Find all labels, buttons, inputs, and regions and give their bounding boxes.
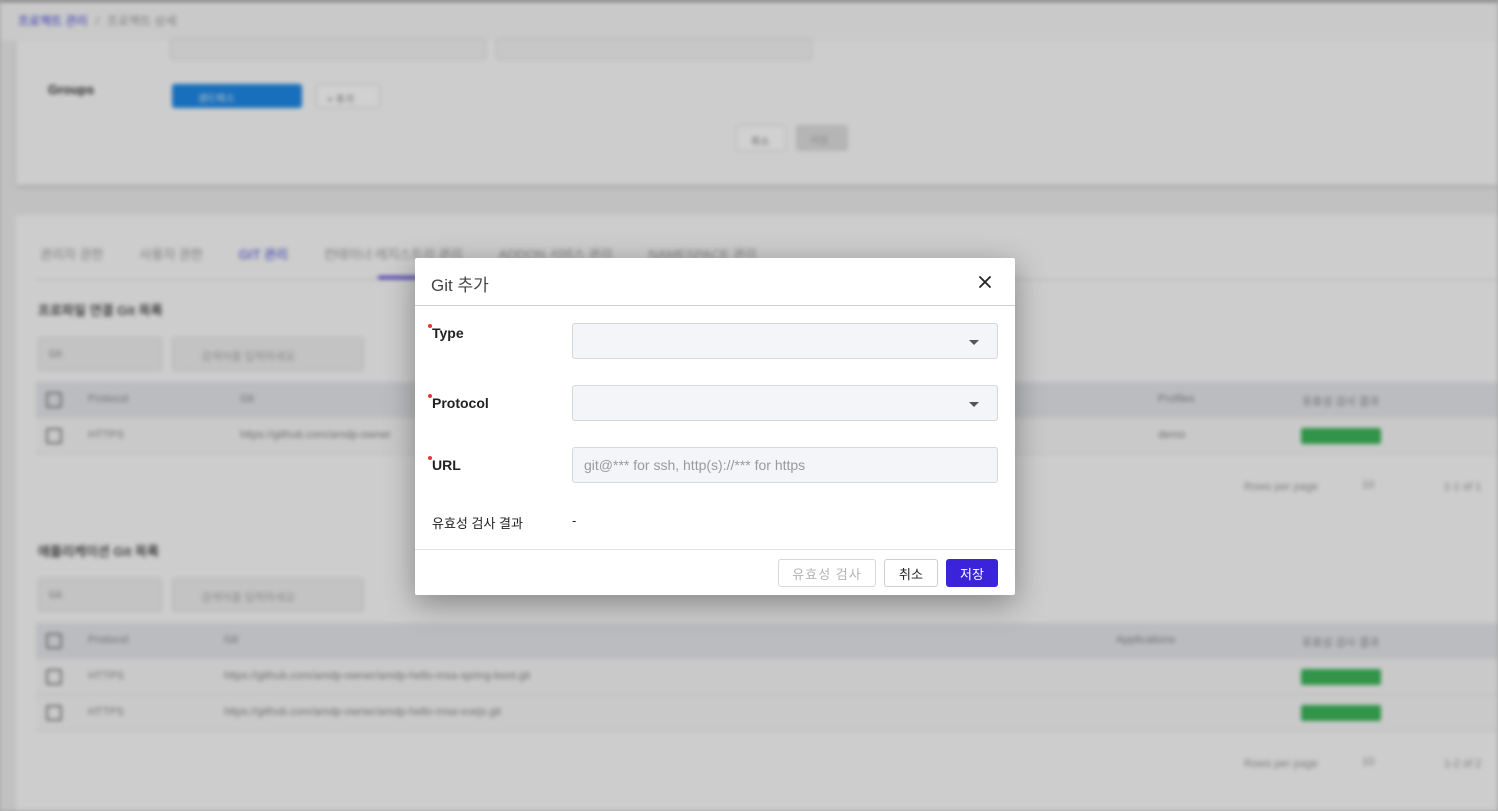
save-button[interactable]: 저장 — [946, 559, 998, 587]
chevron-down-icon — [969, 402, 979, 407]
url-input[interactable] — [572, 447, 998, 483]
close-icon — [979, 276, 991, 288]
validate-button[interactable]: 유효성 검사 — [778, 559, 876, 587]
close-button[interactable] — [973, 270, 997, 294]
chevron-down-icon — [969, 340, 979, 345]
url-label: URL — [432, 457, 461, 473]
type-select[interactable] — [572, 323, 998, 359]
validation-result-value: - — [572, 513, 577, 528]
protocol-select[interactable] — [572, 385, 998, 421]
type-label: Type — [432, 325, 464, 341]
git-add-dialog: Git 추가 Type Protocol URL 유효성 검사 결과 - 유효성… — [415, 258, 1015, 595]
dialog-header: Git 추가 — [415, 258, 1015, 306]
dialog-footer: 유효성 검사 취소 저장 — [415, 549, 1015, 595]
cancel-button[interactable]: 취소 — [884, 559, 938, 587]
validation-result-label: 유효성 검사 결과 — [432, 516, 523, 531]
dialog-title: Git 추가 — [431, 276, 489, 295]
protocol-label: Protocol — [432, 395, 489, 411]
